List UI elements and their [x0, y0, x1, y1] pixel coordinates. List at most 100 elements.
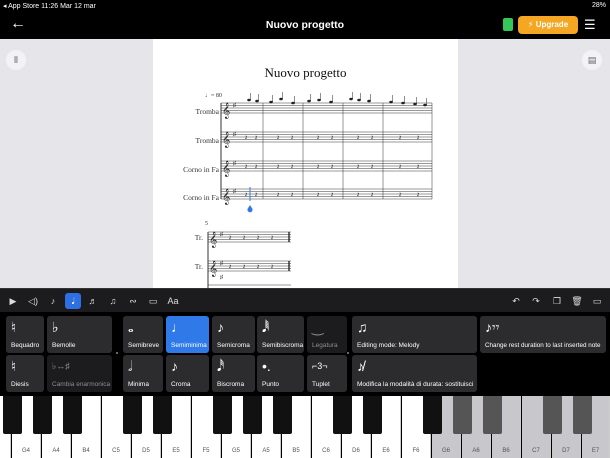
eighth-note-icon: ♪	[171, 358, 178, 374]
staff-1	[221, 102, 432, 114]
half-note-icon: 𝅗𝅥	[128, 358, 133, 374]
piano-black-key[interactable]	[33, 396, 52, 434]
svg-text:𝄽: 𝄽	[417, 163, 419, 171]
redo-icon[interactable]: ↷	[528, 293, 544, 309]
copy-icon[interactable]: ❐	[549, 293, 565, 309]
quarter-note-button[interactable]: ♩ Semiminima	[166, 316, 209, 353]
svg-text:𝄽: 𝄽	[331, 134, 333, 142]
svg-text:𝄽: 𝄽	[243, 263, 245, 271]
document-check-icon[interactable]	[503, 18, 513, 31]
svg-text:♯: ♯	[233, 102, 236, 109]
quarter-note-icon: ♩	[171, 319, 185, 335]
piano-black-key[interactable]	[213, 396, 232, 434]
svg-text:𝄽: 𝄽	[417, 134, 419, 142]
svg-text:𝄽: 𝄽	[357, 163, 359, 171]
display-icon[interactable]: ▭	[589, 293, 605, 309]
piano-black-key[interactable]	[3, 396, 22, 434]
tuplet-button[interactable]: ⌐3¬ Tuplet	[307, 355, 347, 392]
svg-text:𝄽: 𝄽	[291, 134, 293, 142]
svg-text:𝄽: 𝄽	[291, 163, 293, 171]
score-sheet[interactable]: Nuovo progetto Tromba Tromba Corno in Fa…	[153, 39, 458, 288]
eighth-note-button[interactable]: ♪ Croma	[166, 355, 209, 392]
tie-button[interactable]: ‿ Legatura	[307, 316, 347, 353]
articulation-icon[interactable]: ♬	[85, 293, 101, 309]
treble-clef-icon: 𝄞	[209, 232, 217, 248]
change-rest-duration-button[interactable]: ♪𝄾𝄾 Change rest duration to last inserte…	[480, 316, 606, 353]
whole-note-button[interactable]: 𝅝 Semibreve	[123, 316, 163, 353]
dynamics-icon[interactable]: ♫	[105, 293, 121, 309]
svg-text:𝄽: 𝄽	[317, 191, 319, 199]
piano-black-key[interactable]	[333, 396, 352, 434]
svg-text:𝄽: 𝄽	[317, 163, 319, 171]
replace-duration-icon: ♪̸	[357, 358, 364, 374]
svg-text:𝄽: 𝄽	[229, 234, 231, 242]
treble-clef-icon: 𝄞	[222, 189, 230, 205]
staff-notation: 𝄞 𝄞 𝄞 𝄞 𝄞 𝄞 ♯♯♯♯ ♯♯ ♯ 𝄽 𝄽 𝄽 𝄽 𝄽 𝄽 𝄽 𝄽 𝄽 …	[207, 92, 433, 288]
piano-black-key[interactable]	[243, 396, 262, 434]
svg-text:𝄽: 𝄽	[399, 163, 401, 171]
svg-text:𝄽: 𝄽	[399, 134, 401, 142]
svg-text:𝄽: 𝄽	[255, 163, 257, 171]
svg-text:𝄽: 𝄽	[243, 234, 245, 242]
tuplet-icon: ⌐3¬	[312, 361, 328, 371]
piano-black-key[interactable]	[63, 396, 82, 434]
melody-notes	[247, 92, 427, 107]
svg-text:𝄽: 𝄽	[271, 234, 273, 242]
enharmonic-button[interactable]: ♭↔♯ Cambia enarmonica	[47, 355, 112, 392]
piano-black-key[interactable]	[483, 396, 502, 434]
upgrade-button[interactable]: ⚡ Upgrade	[518, 16, 578, 34]
svg-text:𝄽: 𝄽	[257, 263, 259, 271]
svg-text:♯: ♯	[233, 160, 236, 167]
svg-text:𝄽: 𝄽	[291, 191, 293, 199]
treble-clef-icon: 𝄞	[222, 161, 230, 177]
thirty-second-note-button[interactable]: 𝅘𝅥𝅰 Biscroma	[212, 355, 255, 392]
piano-black-key[interactable]	[363, 396, 382, 434]
panel-toggle-icon[interactable]: ⦀	[6, 50, 26, 70]
metronome-icon[interactable]: ◁)	[25, 293, 41, 309]
svg-text:𝄽: 𝄽	[229, 263, 231, 271]
half-note-button[interactable]: 𝅗𝅥 Minima	[123, 355, 163, 392]
keyboard-icon[interactable]: ▭	[145, 293, 161, 309]
svg-text:𝄽: 𝄽	[255, 134, 257, 142]
svg-text:𝄽: 𝄽	[257, 234, 259, 242]
svg-text:𝄽: 𝄽	[271, 263, 273, 271]
svg-text:𝄽: 𝄽	[371, 163, 373, 171]
undo-icon[interactable]: ↶	[508, 293, 524, 309]
piano-black-key[interactable]	[423, 396, 442, 434]
natural-button[interactable]: ♮ Bequadro	[6, 316, 44, 353]
piano-black-key[interactable]	[543, 396, 562, 434]
svg-text:♯: ♯	[220, 260, 223, 267]
flat-button[interactable]: ♭ Bemolle	[47, 316, 112, 353]
thirty-second-note-icon: 𝅘𝅥𝅰	[217, 358, 225, 374]
play-icon[interactable]: ▶	[5, 293, 21, 309]
text-icon[interactable]: Aa	[165, 293, 181, 309]
svg-text:𝄽: 𝄽	[277, 191, 279, 199]
enharmonic-icon: ♭↔♯	[52, 361, 70, 371]
duration-mode-button[interactable]: ♪̸ Modifica la modalità di durata: sosti…	[352, 355, 477, 392]
sharp-button[interactable]: ♮ Diesis	[6, 355, 44, 392]
svg-text:𝄽: 𝄽	[255, 191, 257, 199]
svg-text:𝄽: 𝄽	[277, 163, 279, 171]
note-input-icon[interactable]: ♪	[45, 293, 61, 309]
hamburger-menu-icon[interactable]: ☰	[584, 17, 596, 33]
ornament-icon[interactable]: ∾	[125, 293, 141, 309]
palette-separator	[116, 352, 118, 354]
piano-black-key[interactable]	[573, 396, 592, 434]
sixteenth-note-button[interactable]: ♪ Semicroma	[212, 316, 255, 353]
piano-keyboard[interactable]: 4 G4 A4 B4 C5 D5 E5 F5 G5 A5 B5 C6 D6 E6…	[0, 396, 610, 458]
status-left: ◂ App Store 11:26 Mar 12 mar	[3, 3, 96, 10]
piano-black-key[interactable]	[123, 396, 142, 434]
piano-black-key[interactable]	[453, 396, 472, 434]
delete-icon[interactable]: 🗑	[569, 293, 585, 309]
editing-mode-button[interactable]: ♫ Editing mode: Melody	[352, 316, 477, 353]
dot-button[interactable]: •. Punto	[257, 355, 304, 392]
editor-toolbar: ▶ ◁) ♪ 𝅘𝅥 ♬ ♫ ∾ ▭ Aa ↶ ↷ ❐ 🗑 ▭	[0, 288, 610, 312]
tie-icon: ‿	[312, 319, 324, 335]
note-palette-icon[interactable]: 𝅘𝅥	[65, 293, 81, 309]
rests: 𝄽 𝄽 𝄽 𝄽 𝄽 𝄽 𝄽 𝄽 𝄽 𝄽 𝄽 𝄽 𝄽 𝄽 𝄽 𝄽 𝄽 𝄽 𝄽 𝄽 𝄽 𝄽 𝄽 𝄽 𝄽 𝄽 𝄽 𝄽 𝄽 𝄽 𝄽 𝄽 𝄽 𝄽 𝄽 𝄽…	[229, 134, 419, 271]
comment-icon[interactable]: ▤	[582, 50, 602, 70]
piano-black-key[interactable]	[153, 396, 172, 434]
sixty-fourth-note-button[interactable]: 𝅘𝅥𝅱 Semibiscroma	[257, 316, 304, 353]
piano-black-key[interactable]	[273, 396, 292, 434]
sixty-fourth-note-icon: 𝅘𝅥𝅱	[262, 319, 270, 335]
